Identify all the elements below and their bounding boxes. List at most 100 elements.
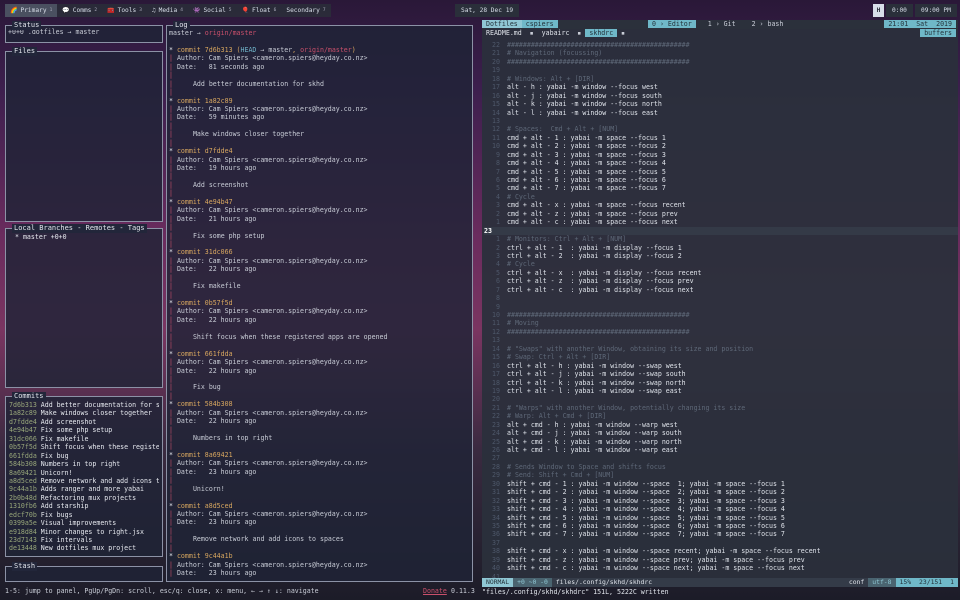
buffer-tab[interactable]: README.md bbox=[482, 29, 526, 37]
code-line[interactable]: 30 shift + cmd - 1 : yabai -m window --sp… bbox=[484, 480, 958, 488]
commit-list-item[interactable]: 31dc066 Fix makefile bbox=[9, 435, 159, 443]
workspace-tab-social[interactable]: 👾 Social 5 bbox=[188, 4, 237, 17]
code-line[interactable]: 14 # "Swaps" with another Window, obtaini… bbox=[484, 345, 958, 353]
code-line[interactable]: 17 ctrl + alt - j : yabai -m window --swa… bbox=[484, 370, 958, 378]
code-line[interactable]: 24 alt + cmd - j : yabai -m window --warp… bbox=[484, 429, 958, 437]
commit-list-item[interactable]: 4e94b47 Fix some php setup bbox=[9, 426, 159, 434]
code-line[interactable]: 15 alt - k : yabai -m window --focus nort… bbox=[484, 100, 958, 108]
log-commit-line[interactable]: * commit 4e94b47 bbox=[169, 198, 470, 206]
code-line[interactable]: 21 # Navigation (focussing) bbox=[484, 49, 958, 57]
code-line[interactable]: 9 bbox=[484, 303, 958, 311]
code-line[interactable]: 12 ######################################… bbox=[484, 328, 958, 336]
code-line[interactable]: 10 cmd + alt - 2 : yabai -m space --focus… bbox=[484, 142, 958, 150]
workspace-tab-comms[interactable]: 💬 Comms 2 bbox=[57, 4, 102, 17]
code-line[interactable]: 29 # Send: Shift + Cmd + [NUM] bbox=[484, 471, 958, 479]
code-line[interactable]: 23 alt + cmd - h : yabai -m window --warp… bbox=[484, 421, 958, 429]
commit-list-item[interactable]: 584b308 Numbers in top right bbox=[9, 460, 159, 468]
code-line[interactable]: 19 bbox=[484, 66, 958, 74]
commits-panel[interactable]: Commits 7d6b313 Add better documentation… bbox=[5, 392, 163, 557]
code-line[interactable]: 10 ######################################… bbox=[484, 311, 958, 319]
log-commit-line[interactable]: * commit d7fdde4 bbox=[169, 147, 470, 155]
commit-list-item[interactable]: e918d84 Minor changes to right.jsx bbox=[9, 528, 159, 536]
code-line[interactable]: 18 ctrl + alt - k : yabai -m window --swa… bbox=[484, 379, 958, 387]
code-line[interactable]: 8 bbox=[484, 294, 958, 302]
tmux-window-git[interactable]: 1 › Git bbox=[704, 20, 740, 28]
code-line[interactable]: 3 cmd + alt - x : yabai -m space --focus … bbox=[484, 201, 958, 209]
code-line[interactable]: 6 ctrl + alt - z : yabai -m display --foc… bbox=[484, 277, 958, 285]
code-line[interactable]: 39 shift + cmd - z : yabai -m window --sp… bbox=[484, 556, 958, 564]
code-line[interactable]: 25 alt + cmd - k : yabai -m window --warp… bbox=[484, 438, 958, 446]
code-line[interactable]: 19 ctrl + alt - l : yabai -m window --swa… bbox=[484, 387, 958, 395]
commit-list-item[interactable]: d7fdde4 Add screenshot bbox=[9, 418, 159, 426]
commit-list-item[interactable]: 9c44a1b Adds ranger and more yabai bbox=[9, 485, 159, 493]
code-line[interactable]: 16 alt - j : yabai -m window --focus sout… bbox=[484, 92, 958, 100]
workspace-tab-secondary[interactable]: Secondary 7 bbox=[281, 4, 330, 17]
log-commit-line[interactable]: * commit 661fdda bbox=[169, 350, 470, 358]
log-panel[interactable]: Log master → origin/master * commit 7d6b3… bbox=[166, 21, 473, 582]
code-line[interactable]: 40 shift + cmd - c : yabai -m window --sp… bbox=[484, 564, 958, 572]
log-commit-line[interactable]: * commit 9c44a1b bbox=[169, 552, 470, 560]
vim-editor[interactable]: Dotfiles cspiers 0 › Editor 1 › Git 2 › bash… bbox=[482, 20, 958, 586]
code-line[interactable]: 4 # Cycle bbox=[484, 260, 958, 268]
code-line[interactable]: 26 alt + cmd - l : yabai -m window --warp… bbox=[484, 446, 958, 454]
code-line[interactable]: 9 cmd + alt - 3 : yabai -m space --focus … bbox=[484, 151, 958, 159]
commit-list-item[interactable]: 23d7143 Fix intervals bbox=[9, 536, 159, 544]
code-line[interactable]: 1 cmd + alt - c : yabai -m space --focus … bbox=[484, 218, 958, 226]
code-line[interactable]: 8 cmd + alt - 4 : yabai -m space --focus … bbox=[484, 159, 958, 167]
commit-list-item[interactable]: 661fdda Fix bug bbox=[9, 452, 159, 460]
commit-list-item[interactable]: 0b57f5d Shift focus when these registe bbox=[9, 443, 159, 451]
code-line[interactable]: 23 bbox=[484, 226, 958, 236]
branch-item[interactable]: * master +0+0 bbox=[15, 233, 153, 241]
code-line[interactable]: 36 shift + cmd - 7 : yabai -m window --sp… bbox=[484, 530, 958, 538]
tmux-window-bash[interactable]: 2 › bash bbox=[748, 20, 788, 28]
commit-list-item[interactable]: 0399a5e Visual improvements bbox=[9, 519, 159, 527]
code-line[interactable]: 1 # Monitors: Ctrl + Alt + [NUM] bbox=[484, 235, 958, 243]
code-line[interactable]: 35 shift + cmd - 6 : yabai -m window --sp… bbox=[484, 522, 958, 530]
code-line[interactable]: 22 # Warp: Alt + Cmd + [DIR] bbox=[484, 412, 958, 420]
code-line[interactable]: 18 # Windows: Alt + [DIR] bbox=[484, 75, 958, 83]
code-line[interactable]: 2 ctrl + alt - 1 : yabai -m display --foc… bbox=[484, 244, 958, 252]
stash-panel[interactable]: Stash bbox=[5, 562, 163, 582]
commit-list-item[interactable]: 8a69421 Unicorn! bbox=[9, 469, 159, 477]
log-commit-line[interactable]: * commit 0b57f5d bbox=[169, 299, 470, 307]
code-line[interactable]: 11 # Moving bbox=[484, 319, 958, 327]
code-line[interactable]: 15 # Swap: Ctrl + Alt + [DIR] bbox=[484, 353, 958, 361]
workspace-tab-media[interactable]: ♫ Media 4 bbox=[147, 4, 188, 17]
code-line[interactable]: 20 ######################################… bbox=[484, 58, 958, 66]
code-line[interactable]: 7 cmd + alt - 5 : yabai -m space --focus … bbox=[484, 168, 958, 176]
commit-list-item[interactable]: de13448 New dotfiles mux project bbox=[9, 544, 159, 552]
buffer-tab[interactable]: skhdrc bbox=[585, 29, 618, 37]
workspace-tab-tools[interactable]: 🧰 Tools 3 bbox=[102, 4, 147, 17]
code-line[interactable]: 13 bbox=[484, 117, 958, 125]
status-panel[interactable]: Status +0+0 .dotfiles → master bbox=[5, 21, 163, 43]
code-line[interactable]: 4 # Cycle bbox=[484, 193, 958, 201]
code-line[interactable]: 2 cmd + alt - z : yabai -m space --focus … bbox=[484, 210, 958, 218]
log-commit-line[interactable]: * commit 7d6b313 (HEAD → master, origin/… bbox=[169, 46, 470, 54]
code-line[interactable]: 34 shift + cmd - 5 : yabai -m window --sp… bbox=[484, 514, 958, 522]
code-line[interactable]: 3 ctrl + alt - 2 : yabai -m display --foc… bbox=[484, 252, 958, 260]
code-line[interactable]: 7 ctrl + alt - c : yabai -m display --foc… bbox=[484, 286, 958, 294]
donate-link[interactable]: Donate bbox=[423, 587, 447, 595]
code-line[interactable]: 12 # Spaces: Cmd + Alt + [NUM] bbox=[484, 125, 958, 133]
log-commit-line[interactable]: * commit 584b308 bbox=[169, 400, 470, 408]
commit-list-item[interactable]: 2b0b48d Refactoring mux projects bbox=[9, 494, 159, 502]
log-commit-line[interactable]: * commit 1a82c89 bbox=[169, 97, 470, 105]
code-line[interactable]: 22 ######################################… bbox=[484, 41, 958, 49]
code-line[interactable]: 28 # Sends Window to Space and shifts foc… bbox=[484, 463, 958, 471]
commit-list-item[interactable]: a8d5ced Remove network and add icons t bbox=[9, 477, 159, 485]
code-line[interactable]: 37 bbox=[484, 539, 958, 547]
commit-list-item[interactable]: edcf70b Fix bugs bbox=[9, 511, 159, 519]
code-line[interactable]: 17 alt - h : yabai -m window --focus west bbox=[484, 83, 958, 91]
buffer-tab[interactable]: yabairc bbox=[538, 29, 574, 37]
log-commit-line[interactable]: * commit a8d5ced bbox=[169, 502, 470, 510]
commit-list-item[interactable]: 1310fb6 Add starship bbox=[9, 502, 159, 510]
code-line[interactable]: 14 alt - l : yabai -m window --focus east bbox=[484, 109, 958, 117]
code-line[interactable]: 31 shift + cmd - 2 : yabai -m window --sp… bbox=[484, 488, 958, 496]
log-commit-line[interactable]: * commit 8a69421 bbox=[169, 451, 470, 459]
code-line[interactable]: 13 bbox=[484, 336, 958, 344]
code-line[interactable]: 16 ctrl + alt - h : yabai -m window --swa… bbox=[484, 362, 958, 370]
code-line[interactable]: 5 ctrl + alt - x : yabai -m display --foc… bbox=[484, 269, 958, 277]
code-line[interactable]: 20 bbox=[484, 395, 958, 403]
commit-list-item[interactable]: 1a82c89 Make windows closer together bbox=[9, 409, 159, 417]
code-line[interactable]: 32 shift + cmd - 3 : yabai -m window --sp… bbox=[484, 497, 958, 505]
